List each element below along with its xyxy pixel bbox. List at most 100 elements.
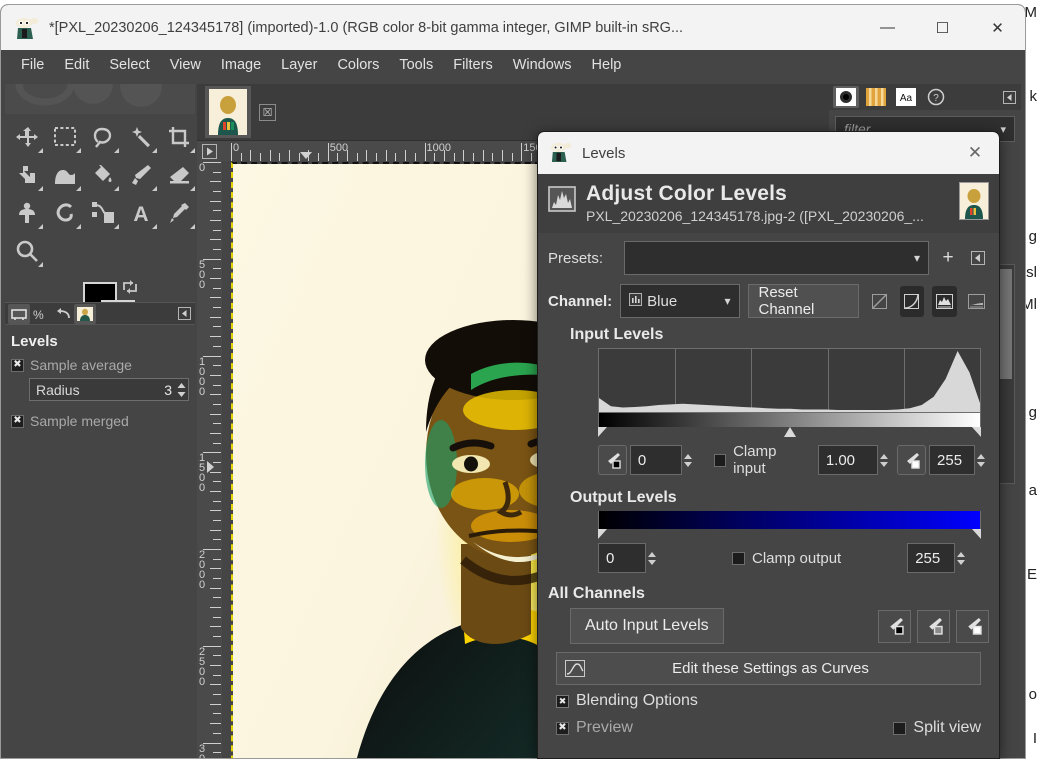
output-levels-wrap — [598, 511, 981, 541]
output-low-handle[interactable] — [598, 529, 607, 539]
chevron-down-icon[interactable]: ▾ — [904, 251, 920, 265]
crop-tool[interactable] — [160, 118, 198, 156]
clone-tool[interactable] — [8, 194, 46, 232]
fuzzy-select-tool[interactable] — [122, 118, 160, 156]
smudge-tool[interactable] — [46, 194, 84, 232]
menu-file[interactable]: File — [11, 54, 54, 76]
blending-options-expander[interactable]: ✖ Blending Options — [548, 685, 989, 710]
menu-select[interactable]: Select — [99, 54, 159, 76]
vertical-ruler[interactable]: 050010001500200025003000 — [197, 161, 222, 758]
add-preset-button[interactable]: + — [937, 247, 959, 269]
radius-arrows[interactable] — [176, 381, 188, 399]
image-tab[interactable] — [205, 86, 251, 138]
edit-as-curves-button[interactable]: Edit these Settings as Curves — [556, 652, 981, 685]
menu-edit[interactable]: Edit — [54, 54, 99, 76]
path-tool[interactable] — [84, 194, 122, 232]
device-status-tab-icon[interactable]: % — [30, 304, 52, 324]
preset-menu-button[interactable] — [967, 247, 989, 269]
clamp-input-checkbox[interactable] — [713, 453, 727, 467]
histogram-icon — [548, 186, 576, 212]
sample-merged-checkbox[interactable]: ✖ — [11, 414, 24, 428]
menu-layer[interactable]: Layer — [271, 54, 327, 76]
patterns-tab[interactable] — [863, 86, 889, 108]
radius-stepper[interactable]: Radius 3 — [29, 378, 189, 401]
all-channels-label: All Channels — [548, 585, 645, 602]
sample-merged-label: Sample merged — [30, 413, 129, 429]
menu-filters[interactable]: Filters — [443, 54, 502, 76]
pick-white-point-button[interactable] — [956, 609, 989, 643]
channel-combobox[interactable]: Blue ▾ — [620, 284, 740, 318]
maximize-button[interactable]: ☐ — [915, 5, 970, 50]
menu-view[interactable]: View — [160, 54, 211, 76]
chevron-down-icon[interactable]: ▾ — [714, 294, 730, 308]
auto-input-levels-button[interactable]: Auto Input Levels — [570, 608, 724, 644]
reset-channel-button[interactable]: Reset Channel — [747, 284, 860, 318]
logarithmic-histogram-button[interactable] — [932, 285, 957, 317]
images-tab-icon[interactable] — [74, 303, 96, 324]
input-low-field[interactable]: 0 — [629, 445, 682, 475]
output-high-field[interactable]: 255 — [907, 543, 956, 573]
white-point-handle[interactable] — [972, 427, 981, 437]
output-high-stepper[interactable] — [957, 551, 969, 565]
bucket-fill-tool[interactable] — [84, 156, 122, 194]
menu-image[interactable]: Image — [211, 54, 271, 76]
expand-icon[interactable]: ✖ — [556, 694, 569, 708]
free-select-tool[interactable] — [84, 118, 122, 156]
text-tool[interactable]: A — [122, 194, 160, 232]
chevron-down-icon[interactable]: ▾ — [1000, 123, 1006, 136]
toolbox: A % Levels ✖ Sample average Radius 3 ✖ S… — [5, 84, 195, 758]
edit-as-curves-label: Edit these Settings as Curves — [672, 660, 869, 677]
rectangle-select-tool[interactable] — [46, 118, 84, 156]
document-history-tab[interactable]: ? — [923, 86, 949, 108]
menu-tools[interactable]: Tools — [389, 54, 443, 76]
undo-history-tab-icon[interactable] — [52, 304, 74, 324]
linear-histogram-button[interactable] — [867, 286, 891, 317]
output-low-field[interactable]: 0 — [598, 543, 646, 573]
pick-black-point-button[interactable] — [878, 609, 911, 643]
input-high-stepper[interactable] — [977, 453, 989, 467]
menu-help[interactable]: Help — [582, 54, 632, 76]
tool-options-tab-icon[interactable] — [8, 303, 30, 324]
move-tool[interactable] — [8, 118, 46, 156]
close-image-tab-button[interactable]: ☒ — [259, 103, 276, 121]
input-low-stepper[interactable] — [683, 453, 696, 467]
fonts-tab[interactable]: Aa — [893, 86, 919, 108]
close-button[interactable]: ✕ — [970, 5, 1025, 50]
sample-average-row[interactable]: ✖ Sample average — [11, 357, 189, 373]
clamp-output-checkbox[interactable] — [732, 551, 745, 565]
levels-close-button[interactable]: ✕ — [951, 132, 999, 174]
sample-average-checkbox[interactable]: ✖ — [11, 358, 24, 372]
output-high-handle[interactable] — [972, 529, 981, 539]
paintbrush-tool[interactable] — [122, 156, 160, 194]
black-point-handle[interactable] — [598, 427, 607, 437]
swap-colors-icon[interactable] — [121, 278, 139, 296]
pick-gray-point-button[interactable] — [917, 609, 950, 643]
brushes-tab[interactable] — [833, 86, 859, 108]
gamma-handle[interactable] — [783, 427, 796, 437]
sample-merged-row[interactable]: ✖ Sample merged — [11, 413, 189, 429]
ruler-origin-button[interactable] — [197, 141, 222, 161]
eraser-tool[interactable] — [160, 156, 198, 194]
split-view-checkbox[interactable] — [893, 721, 907, 735]
output-low-stepper[interactable] — [648, 551, 660, 565]
edited-photo[interactable] — [231, 162, 623, 758]
pick-black-point-button[interactable] — [598, 445, 627, 475]
right-dock-menu-icon[interactable] — [1002, 90, 1017, 105]
color-picker-tool[interactable] — [160, 194, 198, 232]
input-histogram[interactable] — [598, 348, 981, 413]
tool-options-menu-icon[interactable] — [176, 306, 192, 322]
input-gamma-stepper[interactable] — [879, 453, 892, 467]
menu-colors[interactable]: Colors — [327, 54, 389, 76]
linear-scale-histogram-button[interactable] — [965, 286, 989, 317]
input-gamma-field[interactable]: 1.00 — [817, 445, 878, 475]
warp-tool[interactable] — [46, 156, 84, 194]
transform-tool[interactable] — [8, 156, 46, 194]
preview-checkbox[interactable]: ✖ — [556, 721, 569, 735]
nonlinear-histogram-button[interactable] — [899, 285, 925, 317]
input-high-field[interactable]: 255 — [929, 445, 976, 475]
presets-combobox[interactable]: ▾ — [624, 241, 929, 275]
menu-windows[interactable]: Windows — [503, 54, 582, 76]
minimize-button[interactable]: — — [860, 5, 915, 50]
zoom-tool[interactable] — [8, 232, 46, 270]
pick-white-point-button-input[interactable] — [897, 445, 927, 475]
